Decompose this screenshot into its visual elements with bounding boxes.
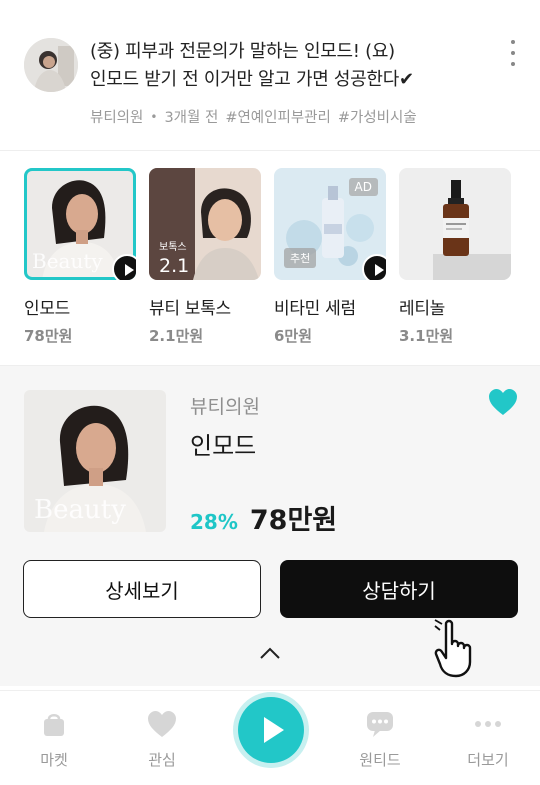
nav-label: 원티드	[359, 751, 401, 769]
tag[interactable]: #연예인피부관리	[225, 106, 331, 127]
overlay-text: Beauty	[32, 249, 103, 273]
carousel-item-botox[interactable]: 보톡스 2.1 뷰티 보톡스 2.1만원	[149, 168, 261, 346]
author-name[interactable]: 뷰티의원	[90, 106, 143, 127]
post-title[interactable]: (중) 피부과 전문의가 말하는 인모드! (요) 인모드 받기 전 이거만 알…	[90, 38, 490, 94]
nav-item-market[interactable]: 마켓	[14, 709, 94, 770]
author-avatar[interactable]	[24, 38, 78, 92]
post-title-line2: 인모드 받기 전 이거만 알고 가면 성공한다✔	[90, 69, 414, 90]
nav-item-wanted[interactable]: 원티드	[340, 709, 420, 770]
product-price: 78만원	[249, 505, 338, 536]
nav-item-more[interactable]: 더보기	[448, 709, 528, 770]
nav-label: 더보기	[467, 751, 509, 769]
post-header: (중) 피부과 전문의가 말하는 인모드! (요) 인모드 받기 전 이거만 알…	[0, 0, 540, 150]
chat-icon	[367, 712, 393, 737]
overlay-label: 보톡스	[159, 241, 187, 253]
view-details-button[interactable]: 상세보기	[23, 560, 261, 618]
product-thumbnail: 보톡스 2.1	[149, 168, 261, 280]
carousel-item-vitamin-serum[interactable]: AD 추천 비타민 세럼 6만원	[274, 168, 386, 346]
product-image[interactable]: Beauty	[24, 390, 166, 532]
product-name: 뷰티 보톡스	[149, 299, 231, 319]
post-meta: 뷰티의원 • 3개월 전 #연예인피부관리 #가성비시술	[90, 106, 417, 127]
heart-icon[interactable]	[488, 388, 518, 416]
post-time: 3개월 전	[164, 110, 219, 126]
nav-label: 마켓	[40, 751, 68, 769]
product-title: 인모드	[190, 432, 257, 460]
play-icon[interactable]	[112, 254, 136, 280]
product-price: 78만원	[24, 327, 73, 345]
divider	[0, 150, 540, 151]
nav-label: 관심	[148, 751, 176, 769]
product-name: 비타민 세럼	[274, 299, 356, 319]
more-icon	[475, 721, 501, 727]
clinic-name[interactable]: 뷰티의원	[190, 392, 260, 419]
bottom-navigation: 마켓 관심 원티드 더보기	[0, 690, 540, 785]
carousel-item-inmode[interactable]: Beauty 인모드 78만원	[24, 168, 136, 346]
more-options-icon[interactable]	[504, 40, 522, 66]
ad-badge: AD	[348, 178, 378, 196]
consult-button[interactable]: 상담하기	[280, 560, 518, 618]
pointer-hand-icon	[434, 619, 472, 678]
overlay-text: Beauty	[34, 495, 126, 525]
discount-rate: 28%	[190, 510, 238, 534]
play-icon[interactable]	[362, 254, 386, 280]
overlay-price: 2.1	[159, 255, 189, 277]
product-price: 6만원	[274, 327, 313, 345]
product-name: 인모드	[24, 299, 71, 319]
product-carousel: Beauty 인모드 78만원 보톡스 2.1 뷰티 보톡스 2.1만원 AD …	[24, 168, 540, 358]
meta-separator: •	[150, 109, 158, 124]
product-thumbnail: AD 추천	[274, 168, 386, 280]
play-icon[interactable]	[238, 697, 304, 763]
post-title-line1: (중) 피부과 전문의가 말하는 인모드! (요)	[90, 41, 395, 62]
product-thumbnail: Beauty	[24, 168, 136, 280]
chevron-up-icon[interactable]	[258, 646, 282, 660]
product-name: 레티놀	[399, 299, 446, 319]
shopping-bag-icon	[44, 714, 64, 736]
recommend-badge: 추천	[284, 248, 317, 268]
nav-item-interest[interactable]: 관심	[122, 709, 202, 770]
product-price: 2.1만원	[149, 327, 204, 345]
carousel-item-retinol[interactable]: 레티놀 3.1만원	[399, 168, 511, 346]
product-price: 3.1만원	[399, 327, 454, 345]
price-row: 28% 78만원	[190, 498, 337, 537]
heart-icon	[148, 711, 176, 737]
tag[interactable]: #가성비시술	[338, 106, 417, 127]
product-thumbnail	[399, 168, 511, 280]
